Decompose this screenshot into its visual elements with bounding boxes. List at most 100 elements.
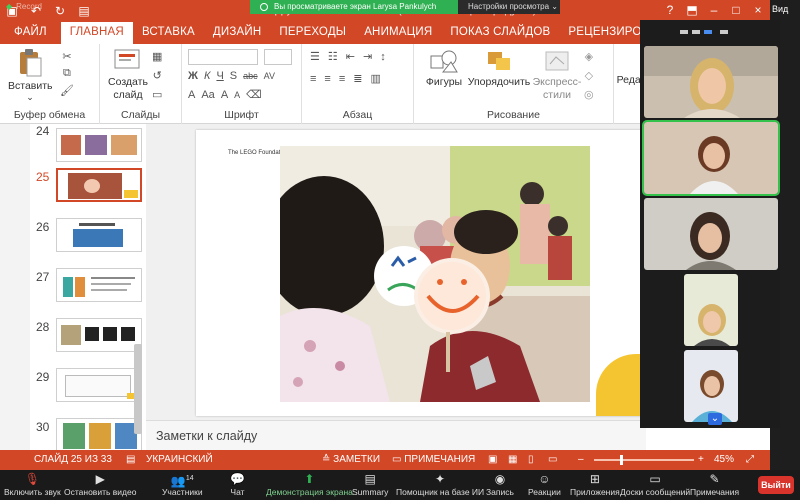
strikethrough-button[interactable]: abc (243, 71, 258, 81)
notes-button[interactable]: ≙ ЗАМЕТКИ (322, 454, 380, 465)
layout-icon[interactable] (692, 30, 700, 34)
paste-button[interactable]: Вставить ⌄ (8, 48, 53, 103)
italic-button[interactable]: К (204, 70, 210, 82)
ai-assistant-button[interactable]: ✦ Помощник на базе ИИ (396, 472, 484, 497)
view-button[interactable]: Вид (772, 4, 788, 14)
unmute-button[interactable]: 🎙 Включить звук (4, 472, 61, 497)
zoom-slider[interactable] (594, 459, 694, 461)
participant-video-active[interactable] (642, 120, 780, 196)
copy-icon[interactable]: ⧉ (63, 67, 71, 80)
spacing-button[interactable]: AV (264, 71, 275, 81)
slide-thumbnail-selected[interactable]: 25 (30, 168, 146, 220)
current-slide[interactable]: The LEGO Foundation (196, 130, 646, 416)
font-size-field[interactable] (264, 49, 292, 65)
shapes-button[interactable]: Фигуры (422, 48, 466, 88)
scroll-down-button[interactable]: ⌄ (708, 413, 722, 425)
participant-video[interactable] (684, 350, 738, 422)
underline-button[interactable]: Ч (216, 70, 223, 82)
record-button[interactable]: ◉ Запись (486, 472, 514, 497)
font-name-field[interactable] (188, 49, 258, 65)
reactions-button[interactable]: ☺ Реакции (528, 472, 561, 497)
grow-font-button[interactable]: A (221, 89, 228, 101)
bold-button[interactable]: Ж (188, 70, 198, 82)
reset-icon[interactable]: ↺ (153, 69, 162, 82)
spellcheck-icon[interactable]: ▤ (126, 454, 135, 465)
align-right-icon[interactable]: ≡ (339, 73, 345, 85)
tab-home[interactable]: ГЛАВНАЯ (60, 22, 133, 44)
slide-thumbnail[interactable]: 24 (30, 124, 146, 174)
outdent-icon[interactable]: ⇥ (363, 50, 372, 63)
normal-view-icon[interactable]: ▣ (488, 454, 497, 465)
stop-video-button[interactable]: ▶ Остановить видео (64, 472, 136, 497)
zoom-out-icon[interactable]: – (578, 454, 584, 465)
help-icon[interactable]: ? (662, 2, 678, 18)
reading-view-icon[interactable]: ▯ (528, 454, 534, 465)
bullets-icon[interactable]: ☰ (310, 50, 320, 63)
slide-sorter-icon[interactable]: ▦ (508, 454, 517, 465)
maximize-icon[interactable]: □ (728, 2, 744, 18)
whiteboards-button[interactable]: ▭ Доски сообщений (620, 472, 690, 497)
indent-icon[interactable]: ⇤ (346, 50, 355, 63)
leave-button[interactable]: Выйти (758, 476, 794, 494)
minimize-icon[interactable]: – (706, 2, 722, 18)
participant-video[interactable] (644, 198, 778, 270)
language-label[interactable]: УКРАИНСКИЙ (146, 454, 213, 465)
share-screen-button[interactable]: ⬆ Демонстрация экрана (266, 472, 353, 497)
tab-slideshow[interactable]: ПОКАЗ СЛАЙДОВ (441, 22, 559, 44)
slideshow-icon[interactable]: ▤ (76, 3, 92, 19)
fit-slide-icon[interactable]: ⤢ (746, 454, 754, 465)
align-left-icon[interactable]: ≡ (310, 73, 316, 85)
redo-icon[interactable]: ↻ (52, 3, 68, 19)
participants-button[interactable]: 👥14 Участники (162, 472, 203, 497)
tab-animation[interactable]: АНИМАЦИЯ (355, 22, 441, 44)
participant-video[interactable] (684, 274, 738, 346)
layout-icon[interactable]: ▦ (152, 50, 162, 63)
format-painter-icon[interactable]: 🖌 (60, 84, 74, 97)
tab-design[interactable]: ДИЗАЙН (204, 22, 270, 44)
justify-icon[interactable]: ≣ (353, 72, 362, 85)
clear-format-icon[interactable]: ⌫ (246, 88, 262, 101)
tab-file[interactable]: ФАЙЛ (0, 22, 61, 44)
shrink-font-button[interactable]: A (234, 90, 240, 100)
comments-button[interactable]: ▭ ПРИМЕЧАНИЯ (392, 454, 475, 465)
quick-styles-button[interactable]: Экспресс-стили (532, 48, 582, 102)
line-spacing-icon[interactable]: ↕ (380, 51, 386, 63)
outline-icon[interactable]: ◇ (585, 69, 593, 82)
layout-icon-active[interactable] (704, 30, 712, 34)
section-icon[interactable]: ▭ (152, 88, 162, 101)
new-slide-button[interactable]: Создать слайд (106, 48, 150, 102)
cut-icon[interactable]: ✂ (62, 50, 71, 63)
layout-icon[interactable] (720, 30, 728, 34)
change-case-button[interactable]: Aa (201, 89, 214, 101)
thumbnails-scrollbar[interactable] (134, 344, 142, 434)
ribbon-display-icon[interactable]: ⬒ (684, 2, 700, 18)
tab-transitions[interactable]: ПЕРЕХОДЫ (270, 22, 355, 44)
arrange-button[interactable]: Упорядочить (466, 48, 532, 88)
notes-button[interactable]: ✎ Примечания (690, 472, 739, 497)
font-color-button[interactable]: A (188, 89, 195, 101)
chat-button[interactable]: 💬 Чат (230, 472, 245, 497)
shadow-button[interactable]: S (230, 70, 237, 82)
slide-notes[interactable]: Заметки к слайду (146, 420, 646, 452)
summary-button[interactable]: ▤ Summary (352, 472, 388, 497)
view-settings-button[interactable]: Настройки просмотра ⌄ (458, 0, 560, 14)
participant-video[interactable] (644, 46, 778, 118)
zoom-slider-thumb[interactable] (620, 455, 623, 465)
zoom-in-icon[interactable]: + (698, 454, 704, 465)
columns-icon[interactable]: ▥ (370, 72, 380, 85)
numbering-icon[interactable]: ☷ (328, 50, 338, 63)
apps-button[interactable]: ⊞ Приложения (570, 472, 620, 497)
zoom-level[interactable]: 45% (714, 454, 734, 465)
slideshow-view-icon[interactable]: ▭ (548, 454, 557, 465)
close-icon[interactable]: × (750, 2, 766, 18)
align-center-icon[interactable]: ≡ (324, 73, 330, 85)
slide-thumbnail[interactable]: 29 (30, 368, 146, 420)
tab-insert[interactable]: ВСТАВКА (133, 22, 204, 44)
slide-thumbnail[interactable]: 26 (30, 218, 146, 270)
slide-photo[interactable] (280, 146, 590, 402)
effects-icon[interactable]: ◎ (584, 88, 594, 101)
layout-icon[interactable] (680, 30, 688, 34)
fill-icon[interactable]: ◈ (585, 50, 593, 63)
slide-thumbnail[interactable]: 27 (30, 268, 146, 320)
slide-thumbnail[interactable]: 28 (30, 318, 146, 370)
